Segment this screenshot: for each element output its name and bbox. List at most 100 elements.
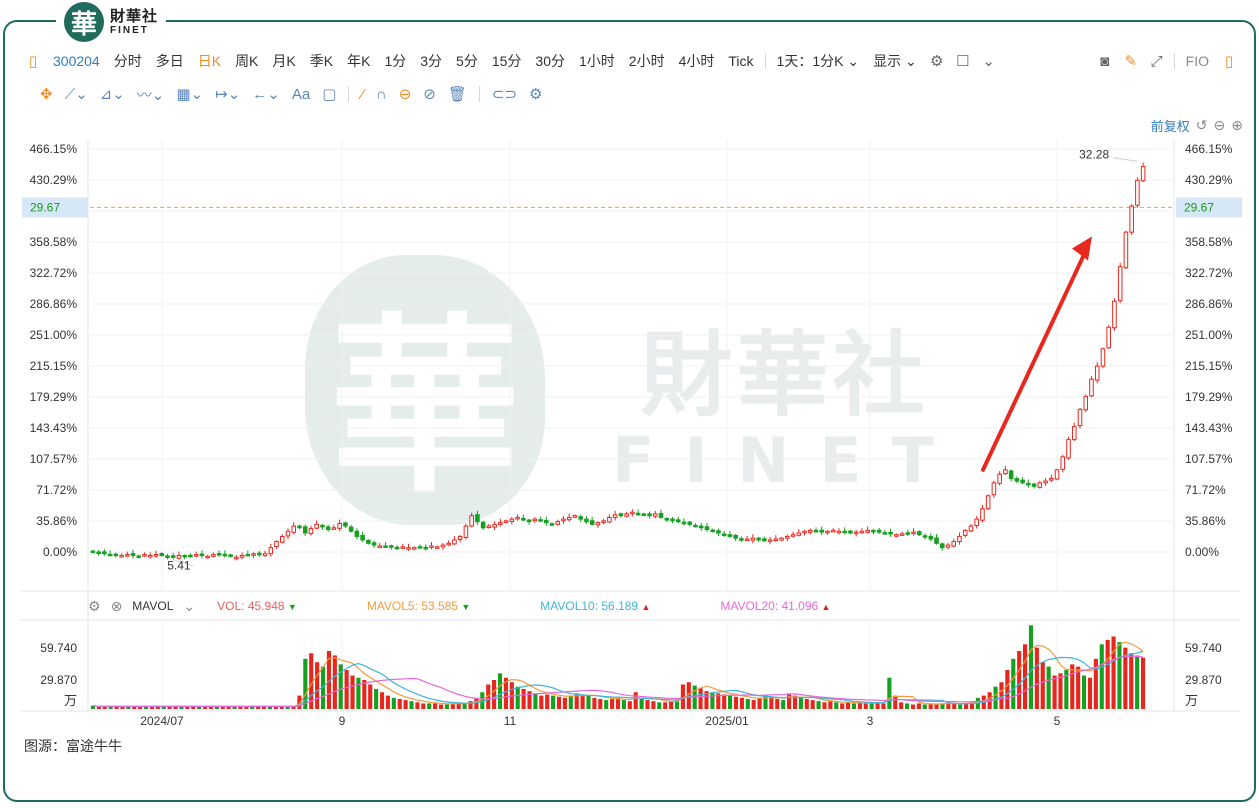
volume-bar <box>462 703 467 709</box>
candle-body <box>1135 179 1140 206</box>
candle-body <box>377 545 383 548</box>
candle-body <box>417 546 423 549</box>
volume-bar <box>1011 658 1016 709</box>
candle-body <box>899 533 905 536</box>
candle-body <box>486 525 492 529</box>
candle-body <box>463 525 469 538</box>
candle-body <box>113 553 119 557</box>
volume-bar <box>887 677 892 709</box>
candle-body <box>1020 479 1025 484</box>
candle-body <box>320 524 325 528</box>
volume-bar <box>1070 664 1075 709</box>
candle-body <box>1031 483 1037 487</box>
volume-bar <box>822 702 827 709</box>
candle-body <box>917 531 922 536</box>
candle-body <box>119 554 124 558</box>
candle-body <box>1077 408 1083 427</box>
volume-bar <box>657 702 662 709</box>
candle-body <box>928 535 934 540</box>
x-tick-label: 11 <box>504 714 517 728</box>
candle-body <box>400 546 406 549</box>
candle-body <box>802 530 807 534</box>
volume-bar <box>427 703 432 709</box>
candle-body <box>968 525 974 532</box>
candle-body <box>538 519 543 522</box>
volume-unit-left: 万 <box>64 694 77 709</box>
candle-body <box>739 538 744 541</box>
y-tick-label-right: 71.72% <box>1185 483 1226 497</box>
volume-bar <box>905 703 910 709</box>
volume-bar <box>739 697 744 709</box>
volume-bar <box>132 706 137 709</box>
volume-bar <box>881 703 886 709</box>
volume-bar <box>1034 647 1039 709</box>
y-tick-label-left: 286.86% <box>30 297 78 311</box>
volume-bar <box>433 703 438 709</box>
candle-body <box>159 553 165 556</box>
volume-bar <box>863 703 868 709</box>
y-tick-label-left: 358.58% <box>30 235 78 249</box>
candle-body <box>830 529 836 533</box>
candle-body <box>991 482 997 496</box>
indicator-settings-icon[interactable]: ⚙ <box>88 598 101 615</box>
candle-body <box>785 535 790 539</box>
candle-body <box>452 539 457 545</box>
candle-body <box>1089 378 1094 397</box>
candle-body <box>882 532 888 535</box>
candle-body <box>107 553 113 557</box>
volume-bar <box>1081 675 1087 709</box>
close-indicator-icon[interactable]: ⊗ <box>111 598 123 615</box>
candle-body <box>595 522 601 526</box>
volume-bar <box>344 669 349 709</box>
volume-bar <box>515 686 520 709</box>
candle-body <box>974 518 979 527</box>
candle-body <box>469 515 474 527</box>
candle-body <box>888 531 893 535</box>
candle-body <box>693 524 698 528</box>
chevron-down-icon[interactable]: ⌄ <box>183 598 195 615</box>
candle-body <box>670 518 675 522</box>
candle-body <box>125 554 130 557</box>
volume-bar <box>728 695 733 709</box>
down-triangle-icon: ▼ <box>461 602 471 612</box>
y-tick-label-right: 35.86% <box>1185 514 1226 528</box>
high-annotation-leader <box>1113 157 1138 162</box>
candle-body <box>279 535 285 543</box>
y-tick-label-left: 0.00% <box>43 545 77 559</box>
volume-bar <box>167 706 172 709</box>
candle-body <box>325 526 331 531</box>
mavol20-value: MAVOL20: 41.096 ▲ <box>720 599 830 613</box>
chart-svg[interactable]: 466.15% 466.15% 430.29% 430.29% 358.58% 358.5… <box>0 0 1259 808</box>
volume-bar <box>179 706 184 709</box>
volume-bar <box>598 698 603 709</box>
candle-body <box>228 554 233 557</box>
y-tick-label-right: 0.00% <box>1185 545 1219 559</box>
y-tick-label-right: 286.86% <box>1185 297 1233 311</box>
candle-body <box>102 551 107 555</box>
candle-body <box>727 534 733 537</box>
candle-body <box>762 538 767 542</box>
volume-bar <box>651 701 656 709</box>
candle-body <box>584 518 589 523</box>
candle-body <box>681 521 687 525</box>
volume-bar <box>138 706 143 709</box>
indicator-name[interactable]: MAVOL <box>132 599 173 613</box>
y-tick-label-right: 466.15% <box>1185 142 1233 156</box>
candle-body <box>951 541 957 547</box>
candle-body <box>1066 439 1071 459</box>
candle-body <box>337 522 342 529</box>
candle-body <box>543 519 549 524</box>
volume-tick-label-left: 59.740 <box>40 641 77 655</box>
y-tick-label-right: 358.58% <box>1185 235 1233 249</box>
volume-bar <box>379 692 385 709</box>
candle-body <box>1049 478 1054 481</box>
candle-body <box>509 518 515 522</box>
candle-body <box>618 513 624 517</box>
volume-bar <box>586 695 591 709</box>
y-tick-label-right: 322.72% <box>1185 266 1233 280</box>
volume-bar <box>922 704 927 709</box>
volume-bar <box>551 695 556 709</box>
candle-body <box>343 522 348 527</box>
candle-body <box>268 547 274 555</box>
candle-body <box>245 553 251 557</box>
